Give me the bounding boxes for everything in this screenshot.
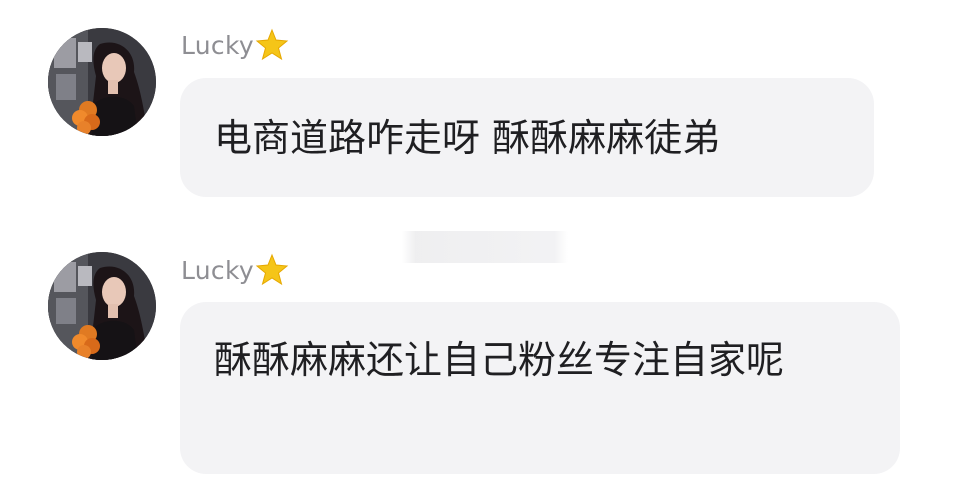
- avatar-image: [48, 252, 156, 360]
- avatar[interactable]: [48, 252, 156, 360]
- chat-message: Lucky 酥酥麻麻还让自己粉丝专注自家呢: [0, 0, 974, 492]
- message-bubble[interactable]: 酥酥麻麻还让自己粉丝专注自家呢: [180, 302, 900, 474]
- star-icon: [255, 253, 289, 286]
- sender-name[interactable]: Lucky: [181, 256, 254, 285]
- sender-row: Lucky: [181, 253, 289, 287]
- message-text: 酥酥麻麻还让自己粉丝专注自家呢: [214, 338, 785, 382]
